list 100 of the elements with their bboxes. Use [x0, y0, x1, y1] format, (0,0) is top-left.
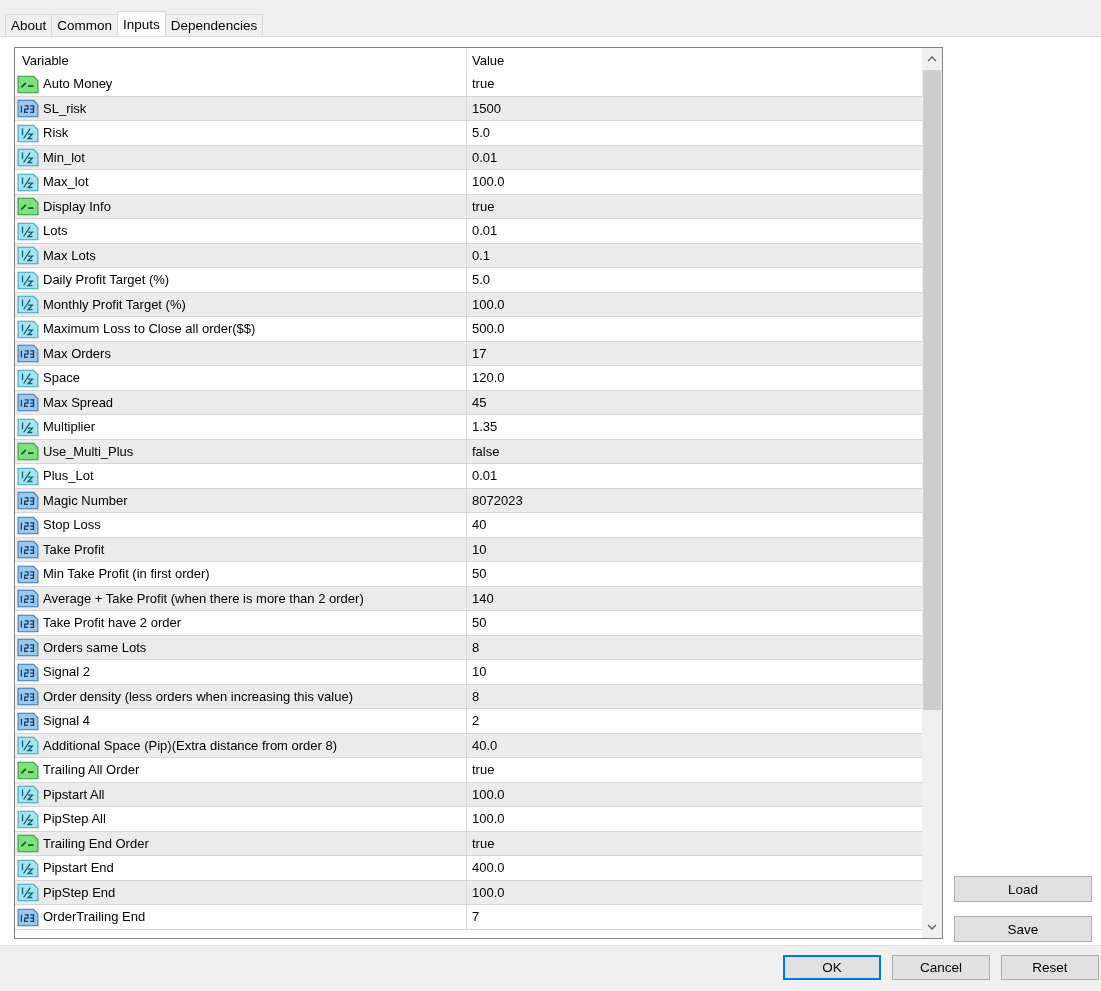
variable-name: Min_lot	[43, 149, 85, 165]
variable-value: 0.01	[472, 468, 498, 484]
variable-value: 100.0	[472, 174, 505, 190]
variable-name: OrderTrailing End	[43, 909, 146, 925]
variable-name: Magic Number	[43, 492, 128, 508]
toggle-icon	[17, 441, 39, 462]
variable-name: Additional Space (Pip)(Extra distance from order 8)	[43, 737, 338, 753]
variable-value: 0.01	[472, 223, 498, 239]
variable-name: Orders same Lots	[43, 639, 147, 655]
fraction-icon	[17, 220, 39, 241]
fraction-icon	[17, 784, 39, 805]
scroll-down-icon[interactable]	[927, 924, 937, 930]
variable-value: 50	[472, 566, 487, 582]
variable-name: PipStep End	[43, 884, 116, 900]
fraction-icon	[17, 171, 39, 192]
fraction-icon	[17, 269, 39, 290]
variable-name: Risk	[43, 125, 69, 141]
variable-value: 45	[472, 394, 487, 410]
save-button[interactable]: Save	[954, 916, 1092, 942]
variable-value: 120.0	[472, 370, 505, 386]
fraction-icon	[17, 416, 39, 437]
integer-icon	[17, 588, 39, 609]
variable-name: Order density (less orders when increasing this value)	[43, 688, 353, 704]
variable-name: Take Profit	[43, 541, 105, 557]
column-header[interactable]: Value	[467, 48, 922, 72]
tab[interactable]: Inputs	[117, 11, 166, 36]
dialog-button[interactable]: OK	[783, 955, 881, 980]
variable-value: 140	[472, 590, 494, 606]
variable-value: 5.0	[472, 272, 491, 288]
integer-icon	[17, 661, 39, 682]
fraction-icon	[17, 808, 39, 829]
variable-name: Display Info	[43, 198, 111, 214]
variable-name: Space	[43, 370, 80, 386]
variable-name: Signal 2	[43, 664, 90, 680]
variable-name: Max Orders	[43, 345, 111, 361]
variable-value: 8	[472, 639, 480, 655]
variable-name: Trailing All Order	[43, 762, 140, 778]
fraction-icon	[17, 857, 39, 878]
fraction-icon	[17, 882, 39, 903]
variable-name: Maximum Loss to Close all order($$)	[43, 321, 256, 337]
dialog-button[interactable]: Cancel	[892, 955, 990, 980]
column-header[interactable]: Variable	[15, 48, 467, 72]
integer-icon	[17, 539, 39, 560]
variable-name: Daily Profit Target (%)	[43, 272, 170, 288]
integer-icon	[17, 514, 39, 535]
variable-name: Use_Multi_Plus	[43, 443, 134, 459]
variable-value: 0.1	[472, 247, 491, 263]
variable-value: 1.35	[472, 419, 498, 435]
variable-name: Trailing End Order	[43, 835, 149, 851]
variable-name: Monthly Profit Target (%)	[43, 296, 186, 312]
variable-name: Signal 4	[43, 713, 90, 729]
variable-value: 0.01	[472, 149, 498, 165]
variable-name: Auto Money	[43, 76, 113, 92]
variable-value: true	[472, 835, 495, 851]
variable-value: 8072023	[472, 492, 523, 508]
variable-name: Lots	[43, 223, 68, 239]
variable-value: 100.0	[472, 296, 505, 312]
fraction-icon	[17, 122, 39, 143]
variable-value: 17	[472, 345, 487, 361]
toggle-icon	[17, 833, 39, 854]
variable-name: Average + Take Profit (when there is more than 2 order)	[43, 590, 364, 606]
variable-name: Stop Loss	[43, 517, 101, 533]
variable-value: 100.0	[472, 811, 505, 827]
variable-name: Pipstart All	[43, 786, 105, 802]
variable-value: 1500	[472, 100, 501, 116]
variable-value: true	[472, 762, 495, 778]
variable-value: 5.0	[472, 125, 491, 141]
tab[interactable]: About	[5, 14, 53, 36]
variable-name: Plus_Lot	[43, 468, 94, 484]
variable-value: 10	[472, 664, 487, 680]
variable-value: 40	[472, 517, 487, 533]
variable-value: 100.0	[472, 786, 505, 802]
dialog-button[interactable]: Reset	[1001, 955, 1099, 980]
tab[interactable]: Dependencies	[164, 14, 264, 36]
scroll-up-icon[interactable]	[927, 56, 937, 62]
variable-value: 10	[472, 541, 487, 557]
variable-value: true	[472, 76, 495, 92]
variable-value: 100.0	[472, 884, 505, 900]
integer-icon	[17, 392, 39, 413]
integer-icon	[17, 343, 39, 364]
variable-value: 8	[472, 688, 480, 704]
fraction-icon	[17, 367, 39, 388]
variable-value: 40.0	[472, 737, 498, 753]
fraction-icon	[17, 735, 39, 756]
scrollbar[interactable]	[922, 48, 942, 938]
variable-name: Max Lots	[43, 247, 96, 263]
fraction-icon	[17, 147, 39, 168]
fraction-icon	[17, 245, 39, 266]
variable-value: 400.0	[472, 860, 505, 876]
variable-name: Take Profit have 2 order	[43, 615, 182, 631]
integer-icon	[17, 686, 39, 707]
integer-icon	[17, 906, 39, 927]
fraction-icon	[17, 465, 39, 486]
integer-icon	[17, 710, 39, 731]
load-button[interactable]: Load	[954, 876, 1092, 902]
toggle-icon	[17, 196, 39, 217]
integer-icon	[17, 637, 39, 658]
variable-value: 500.0	[472, 321, 505, 337]
variable-name: PipStep All	[43, 811, 106, 827]
variable-value: 50	[472, 615, 487, 631]
